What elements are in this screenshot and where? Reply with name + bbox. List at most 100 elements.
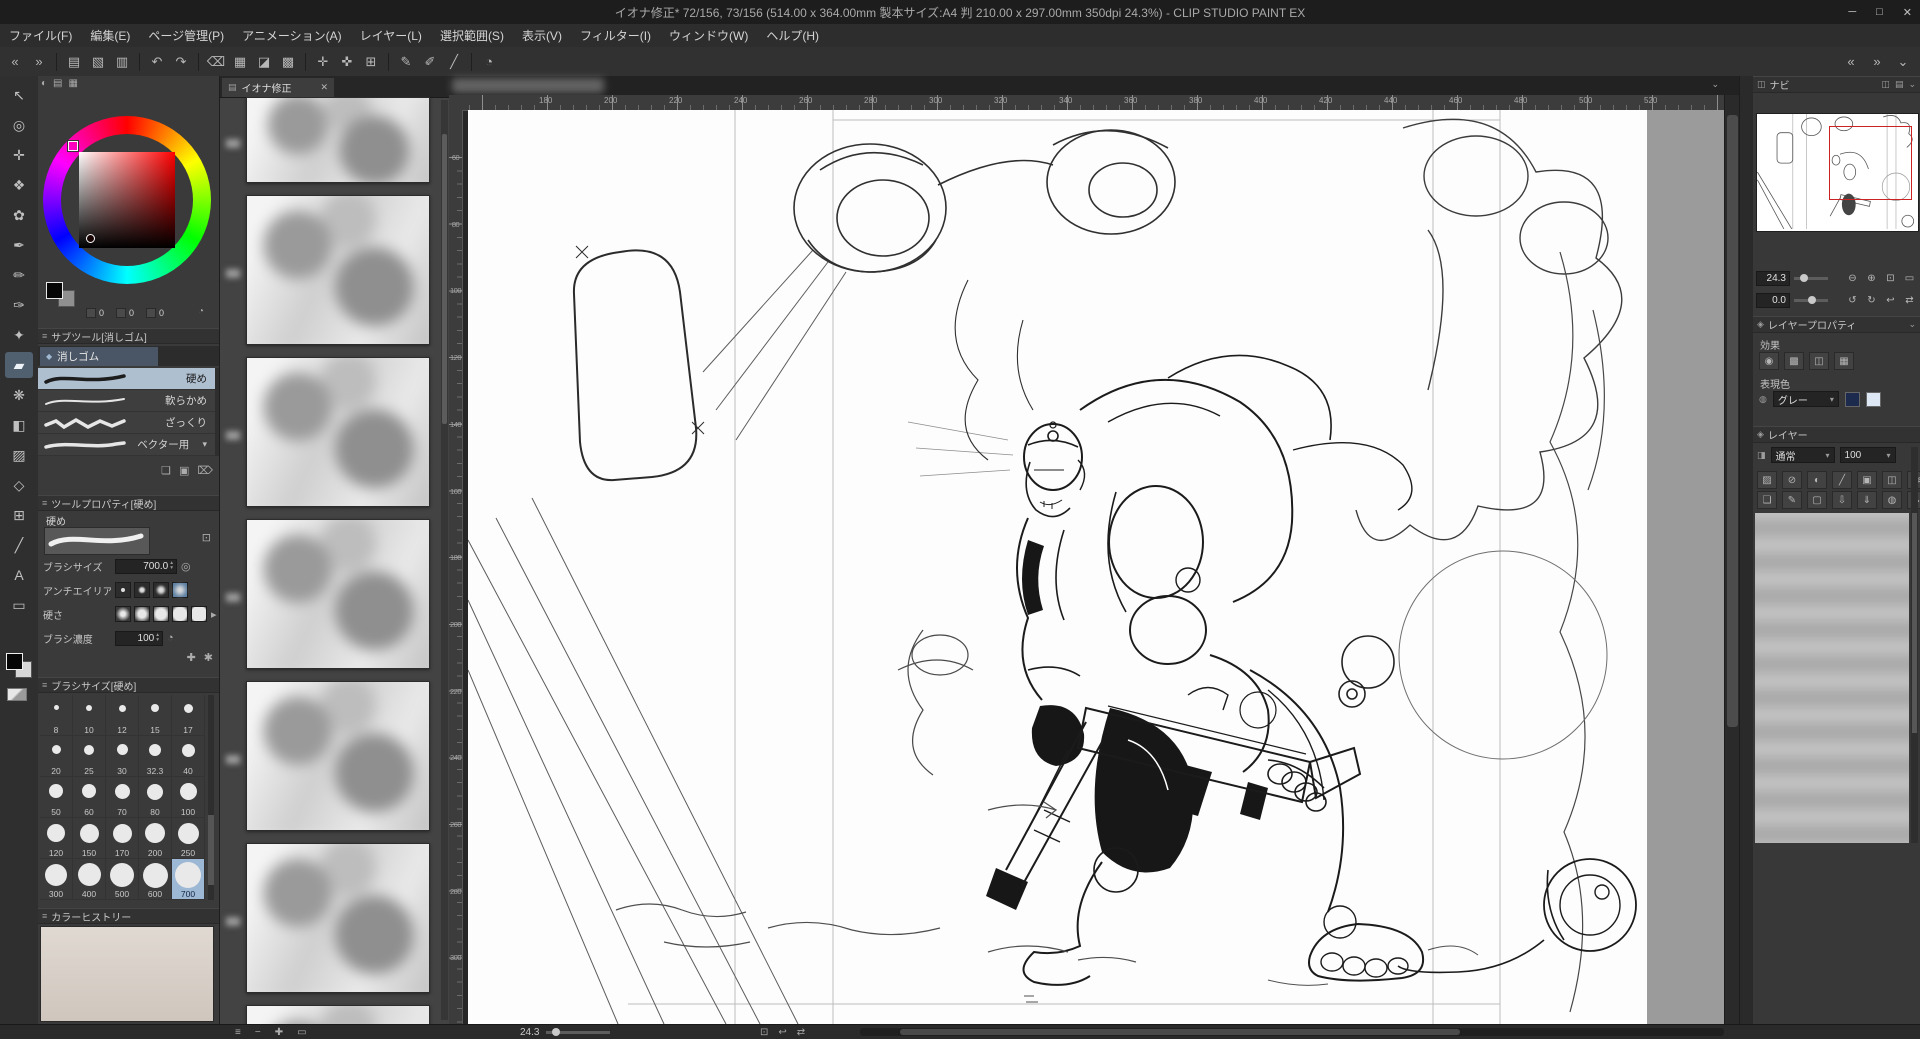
snap-grid-icon[interactable]: ⊞	[360, 51, 382, 73]
rotate-reset-icon[interactable]: ↩	[778, 1027, 786, 1038]
brush-size-30[interactable]: 30	[106, 736, 139, 777]
antialias-level-2[interactable]	[134, 582, 150, 598]
fill-tool[interactable]: ◧	[5, 412, 33, 438]
brush-size-20[interactable]: 20	[40, 736, 73, 777]
redo-icon[interactable]: ↷	[170, 51, 192, 73]
subtool-item-rough[interactable]: ざっくり	[38, 412, 215, 434]
vector-line-icon[interactable]: ╱	[443, 51, 465, 73]
expression-icon[interactable]: ▦	[1834, 352, 1854, 370]
collapse-right-panels-icon[interactable]: «	[1840, 51, 1862, 73]
invert-selection-icon[interactable]: ◪	[253, 51, 275, 73]
brush-size-500[interactable]: 500	[106, 859, 139, 900]
page-thumbnail[interactable]	[246, 519, 430, 669]
selection-launcher-icon[interactable]: ▩	[277, 51, 299, 73]
antialias-level-4[interactable]	[172, 582, 188, 598]
color-slider-tab-icon[interactable]: ▤	[53, 78, 62, 89]
menu-item-3[interactable]: ページ管理(P)	[139, 24, 233, 47]
nav-menu-icon[interactable]: ⌄	[1908, 79, 1916, 90]
panel-menu-icon[interactable]: ≡	[42, 498, 47, 508]
subtool-item-hard[interactable]: 硬め	[38, 368, 215, 390]
size-dynamics-icon[interactable]: ◎	[181, 560, 191, 573]
zoom-in-button-icon[interactable]: ✚	[275, 1027, 283, 1038]
actual-pixels-icon[interactable]: ⊡	[760, 1027, 768, 1038]
statusbar-zoom-slider[interactable]	[546, 1031, 610, 1034]
color-set-tab-icon[interactable]: ▦	[69, 78, 78, 89]
deselect-icon[interactable]: ▦	[229, 51, 251, 73]
flip-horizontal-icon[interactable]: ⇄	[1902, 293, 1917, 308]
two-pane-icon[interactable]: ◫	[1882, 471, 1902, 489]
menu-item-7[interactable]: 表示(V)	[513, 24, 571, 47]
panel-menu-icon[interactable]: ≡	[42, 680, 47, 690]
workspace-menu-icon[interactable]: ⌄	[1892, 51, 1914, 73]
new-folder-icon[interactable]: ▢	[1807, 491, 1827, 509]
menu-item-6[interactable]: 選択範囲(S)	[431, 24, 513, 47]
main-color-chip[interactable]	[6, 653, 23, 670]
undo-icon[interactable]: ↶	[146, 51, 168, 73]
menu-item-5[interactable]: レイヤー(L)	[351, 24, 431, 47]
rotation-value-box[interactable]: 0.0	[1756, 293, 1790, 308]
brush-size-700[interactable]: 700	[172, 859, 205, 900]
zoom-slider[interactable]	[1794, 277, 1828, 280]
layer-set-icon[interactable]: ▣	[1857, 471, 1877, 489]
color-wheel-main-chip[interactable]	[46, 282, 63, 299]
brush-size-50[interactable]: 50	[40, 777, 73, 818]
ruler-tool[interactable]: ╱	[5, 532, 33, 558]
page-thumbnail[interactable]	[246, 97, 430, 183]
density-dynamics-icon[interactable]: ◔	[167, 632, 174, 644]
maximize-button[interactable]: □	[1876, 6, 1883, 18]
panel-menu-icon[interactable]: ≡	[42, 331, 47, 341]
set-ruler-icon[interactable]: ╱	[1832, 471, 1852, 489]
spinner-icon[interactable]: ▴▾	[170, 561, 173, 571]
correct-line-icon[interactable]: ✎	[395, 51, 417, 73]
zoom-value-box[interactable]: 24.3	[1756, 271, 1790, 286]
scrollbar-handle[interactable]	[208, 815, 214, 885]
zoom-in-icon[interactable]: ⊕	[1864, 271, 1879, 286]
panel-expand-left-icon[interactable]: »	[28, 51, 50, 73]
menu-item-9[interactable]: ウィンドウ(W)	[660, 24, 757, 47]
canvas-horizontal-scrollbar[interactable]	[860, 1028, 1724, 1036]
brush-size-32.3[interactable]: 32.3	[139, 736, 172, 777]
pen-tool[interactable]: ✒	[5, 232, 33, 258]
menu-item-4[interactable]: アニメーション(A)	[233, 24, 351, 47]
page-thumbnail[interactable]	[246, 195, 430, 345]
subtool-scrollbar[interactable]	[215, 368, 219, 456]
brush-size-15[interactable]: 15	[139, 695, 172, 736]
transfer-to-layer-icon[interactable]: ⇩	[1832, 491, 1852, 509]
blend-mode-select[interactable]: 通常 ▾	[1771, 447, 1835, 463]
brush-size-170[interactable]: 170	[106, 818, 139, 859]
open-page-icon[interactable]: ▧	[87, 51, 109, 73]
brush-size-17[interactable]: 17	[172, 695, 205, 736]
subtool-group-tab[interactable]: ◆ 消しゴム	[40, 347, 158, 366]
page-thumbnail[interactable]	[246, 1005, 430, 1024]
selection-tool[interactable]: ▭	[5, 592, 33, 618]
fit-to-screen-icon[interactable]: ⊡	[1883, 271, 1898, 286]
reset-rotation-icon[interactable]: ↩	[1883, 293, 1898, 308]
new-raster-layer-icon[interactable]: ❏	[1757, 491, 1777, 509]
navigator-tab-label[interactable]: ナビ	[1770, 77, 1790, 92]
brush-size-25[interactable]: 25	[73, 736, 106, 777]
snap-ruler-icon[interactable]: ✛	[312, 51, 334, 73]
add-property-icon[interactable]: ✚	[187, 651, 196, 664]
brush-size-120[interactable]: 120	[40, 818, 73, 859]
nav-panel-options-icon[interactable]: ▤	[1895, 79, 1904, 90]
menu-item-2[interactable]: 編集(E)	[81, 24, 139, 47]
hue-marker[interactable]	[68, 141, 78, 151]
brush-size-250[interactable]: 250	[172, 818, 205, 859]
scrollbar-handle[interactable]	[442, 134, 447, 424]
menu-item-10[interactable]: ヘルプ(H)	[757, 24, 828, 47]
navigator-view-rectangle[interactable]	[1829, 126, 1912, 201]
move-tool[interactable]: ✛	[5, 142, 33, 168]
dropdown-caret-icon[interactable]: ▾	[202, 439, 207, 450]
brush-size-600[interactable]: 600	[139, 859, 172, 900]
scrollbar-handle[interactable]	[1727, 115, 1738, 727]
subtool-item-vector[interactable]: ベクター用▾	[38, 434, 215, 456]
density-input[interactable]: 100 ▴▾	[115, 631, 163, 646]
color-history-swatches-blurred[interactable]	[40, 926, 214, 1022]
transparent-color-chip[interactable]	[7, 688, 27, 701]
page-list-scrollbar[interactable]	[441, 100, 448, 1020]
snap-special-ruler-icon[interactable]: ✜	[336, 51, 358, 73]
brush-size-150[interactable]: 150	[73, 818, 106, 859]
menu-item-8[interactable]: フィルター(I)	[571, 24, 660, 47]
hardness-level-2[interactable]	[134, 606, 150, 622]
document-tab-blurred[interactable]	[452, 78, 604, 93]
